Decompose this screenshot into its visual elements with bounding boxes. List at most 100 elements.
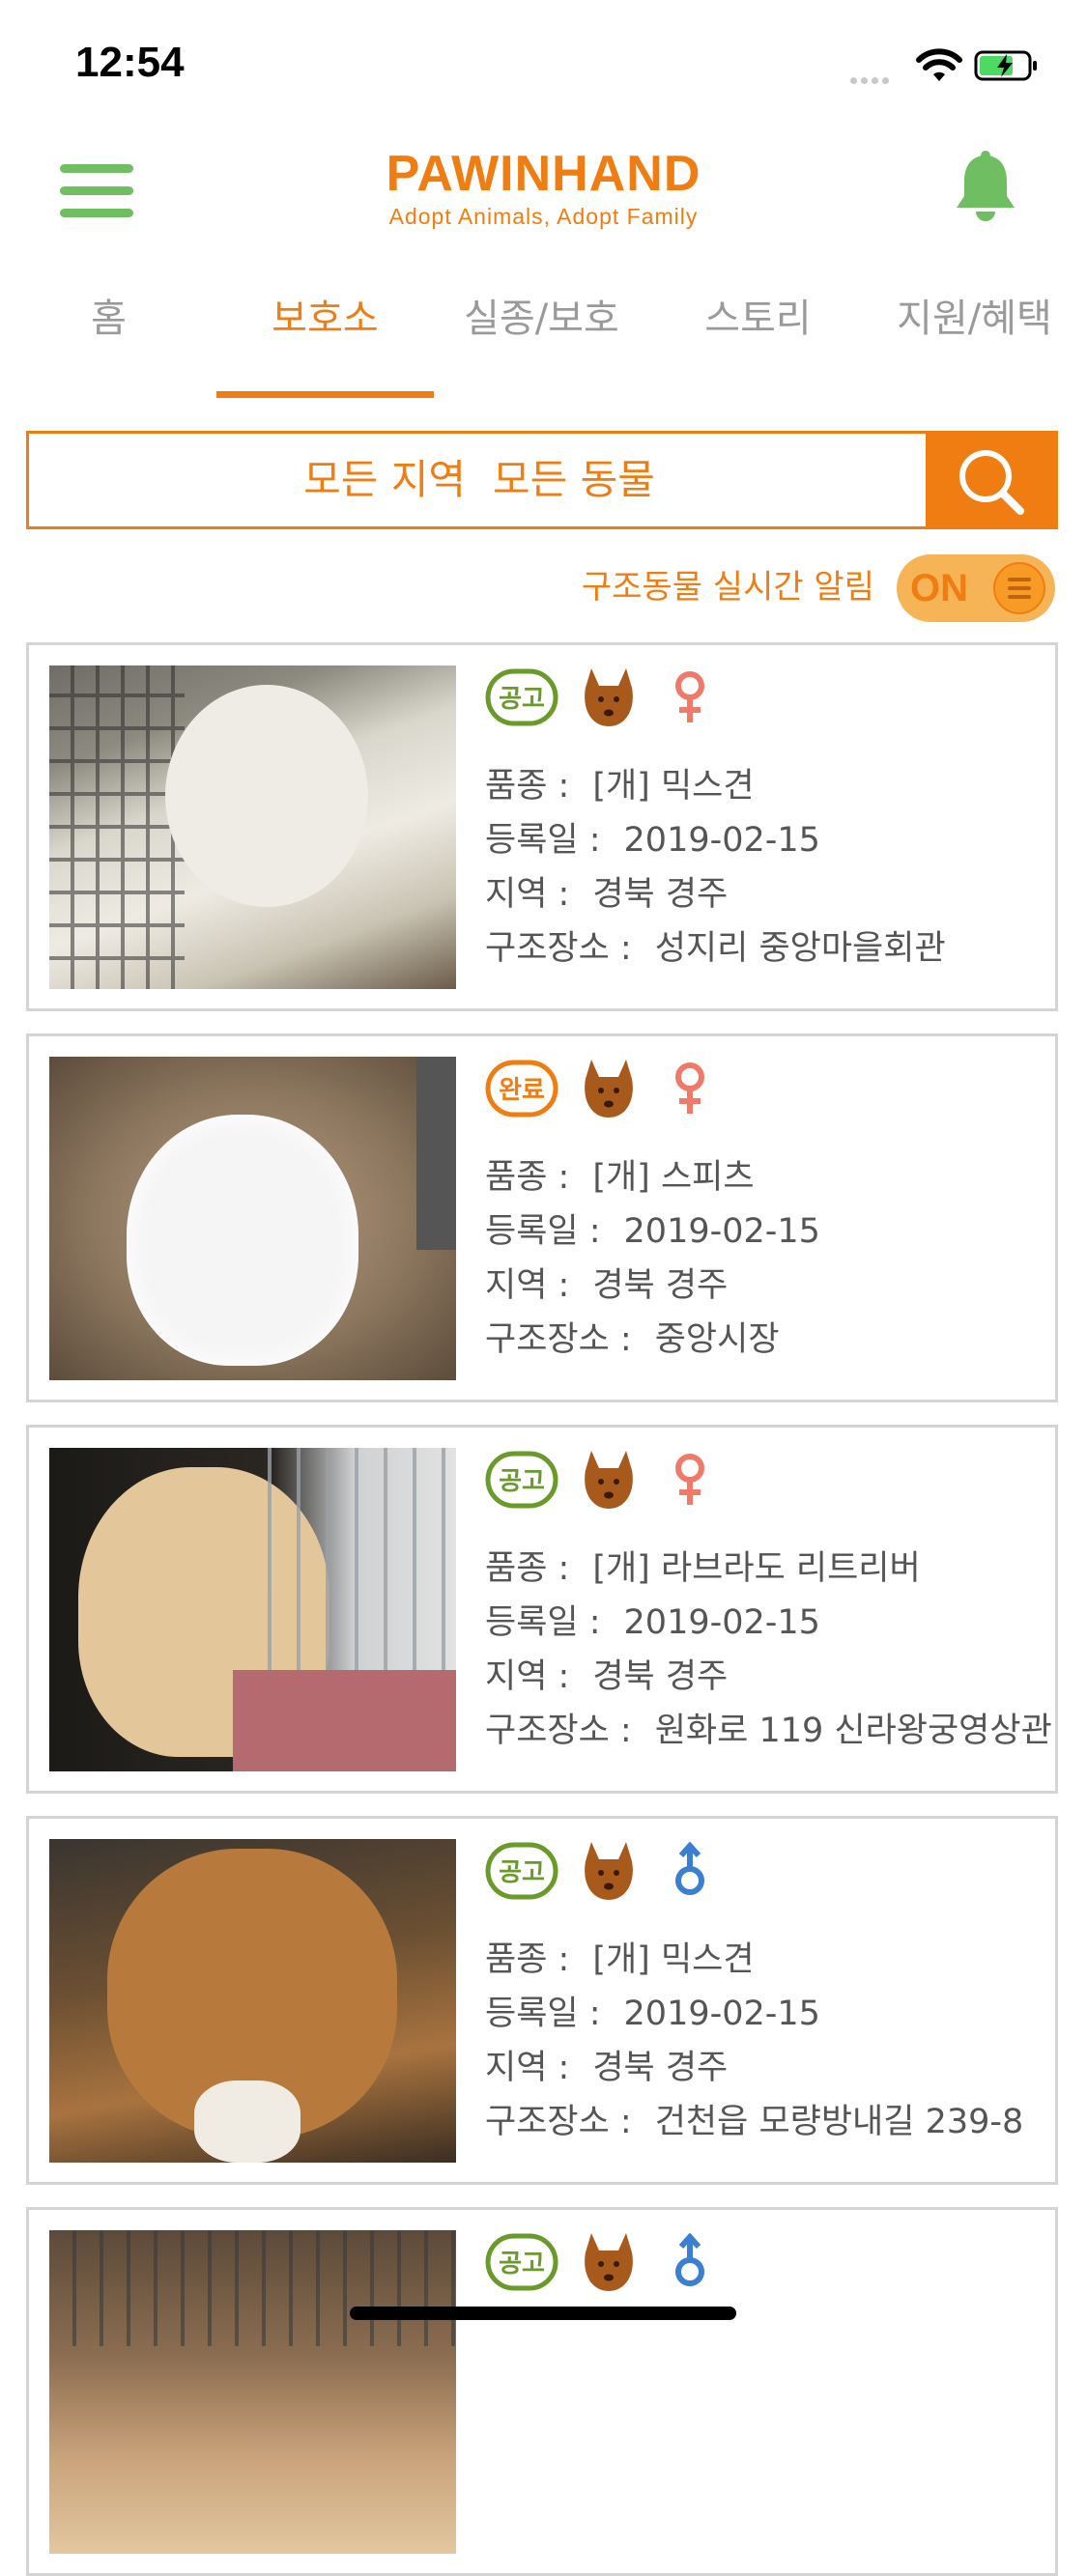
status-badge-label: 공고 bbox=[499, 685, 545, 714]
search-filter[interactable]: 모든 지역 모든 동물 bbox=[29, 434, 930, 526]
region-row: 지역 : 경북 경주 bbox=[485, 1650, 1052, 1704]
realtime-alert-toggle[interactable]: ON bbox=[897, 554, 1055, 622]
date-row: 등록일 : 2019-02-15 bbox=[485, 1596, 1052, 1650]
region-value: 경북 경주 bbox=[592, 1266, 729, 1305]
female-icon bbox=[675, 1454, 704, 1505]
place-value: 성지리 중앙마을회관 bbox=[654, 929, 946, 968]
date-row: 등록일 : 2019-02-15 bbox=[485, 813, 946, 867]
region-label: 지역 : bbox=[485, 1266, 570, 1305]
animal-filter[interactable]: 모든 동물 bbox=[493, 456, 655, 503]
status-badge: 공고 bbox=[485, 668, 558, 726]
search-button[interactable] bbox=[926, 434, 1055, 526]
search-icon bbox=[959, 450, 1024, 515]
date-label: 등록일 : bbox=[485, 1603, 601, 1642]
male-icon bbox=[675, 2233, 704, 2286]
region-label: 지역 : bbox=[485, 1657, 570, 1696]
status-badge: 공고 bbox=[485, 1451, 558, 1509]
date-value: 2019-02-15 bbox=[623, 821, 820, 860]
animal-photo bbox=[49, 1839, 456, 2163]
dog-icon bbox=[585, 2233, 633, 2291]
listing-info: 품종 : [개] 믹스견 등록일 : 2019-02-15 지역 : 경북 경주 구조… bbox=[485, 759, 946, 976]
status-badge: 완료 bbox=[485, 1060, 558, 1118]
breed-value: [개] 믹스견 bbox=[592, 767, 755, 806]
status-time: 12:54 bbox=[75, 39, 185, 86]
date-row: 등록일 : 2019-02-15 bbox=[485, 1204, 820, 1259]
brand-tagline: Adopt Animals, Adopt Family bbox=[388, 204, 699, 229]
dog-icon bbox=[585, 1451, 633, 1509]
place-value: 중앙시장 bbox=[654, 1320, 780, 1359]
animal-photo bbox=[49, 1448, 456, 1771]
dog-icon bbox=[585, 1842, 633, 1900]
region-filter[interactable]: 모든 지역 bbox=[303, 456, 466, 503]
status-badge: 공고 bbox=[485, 2233, 558, 2291]
date-label: 등록일 : bbox=[485, 821, 601, 860]
breed-label: 품종 : bbox=[485, 1940, 570, 1979]
breed-label: 품종 : bbox=[485, 1158, 570, 1197]
breed-value: [개] 라브라도 리트리버 bbox=[592, 1549, 921, 1588]
status-badge-label: 공고 bbox=[499, 1467, 545, 1496]
breed-label: 품종 : bbox=[485, 767, 570, 806]
animal-photo bbox=[49, 2230, 456, 2554]
region-value: 경북 경주 bbox=[592, 2049, 729, 2087]
tab-story[interactable]: 스토리 bbox=[649, 295, 867, 343]
toggle-state: ON bbox=[910, 567, 968, 609]
tab-bar: 홈 보호소 실종/보호 스토리 지원/혜택 bbox=[0, 285, 1087, 401]
date-row: 등록일 : 2019-02-15 bbox=[485, 1987, 1023, 2041]
date-label: 등록일 : bbox=[485, 1212, 601, 1251]
brand-name: PAWINHAND bbox=[386, 146, 701, 202]
status-badge-label: 공고 bbox=[499, 2250, 545, 2279]
region-value: 경북 경주 bbox=[592, 1657, 729, 1696]
listing-card[interactable]: 공고 bbox=[26, 2207, 1058, 2576]
dog-icon bbox=[585, 1060, 633, 1118]
region-label: 지역 : bbox=[485, 875, 570, 914]
bell-icon[interactable] bbox=[952, 150, 1019, 227]
battery-charging-icon bbox=[974, 50, 1037, 81]
breed-value: [개] 믹스견 bbox=[592, 1940, 755, 1979]
listing-card[interactable]: 공고 품종 : [개] 믹스견 등록일 : 2019-02-15 지역 : 경북 경주… bbox=[26, 1816, 1058, 2185]
date-value: 2019-02-15 bbox=[623, 1995, 820, 2033]
cellular-signal-icon bbox=[850, 70, 893, 88]
place-label: 구조장소 : bbox=[485, 2103, 632, 2141]
place-value: 건천읍 모량방내길 239-8 bbox=[654, 2103, 1024, 2141]
tab-shelter[interactable]: 보호소 bbox=[216, 295, 434, 343]
region-value: 경북 경주 bbox=[592, 875, 729, 914]
toggle-knob bbox=[993, 562, 1045, 614]
listing-card[interactable]: 완료 품종 : [개] 스피츠 등록일 : 2019-02-15 지역 : 경북 경주… bbox=[26, 1033, 1058, 1402]
date-value: 2019-02-15 bbox=[623, 1603, 820, 1642]
listing-info: 품종 : [개] 라브라도 리트리버 등록일 : 2019-02-15 지역 : 경북… bbox=[485, 1542, 1052, 1758]
active-tab-indicator bbox=[216, 391, 434, 398]
menu-icon[interactable] bbox=[60, 164, 133, 218]
region-label: 지역 : bbox=[485, 2049, 570, 2087]
date-label: 등록일 : bbox=[485, 1995, 601, 2033]
breed-row: 품종 : [개] 라브라도 리트리버 bbox=[485, 1542, 1052, 1596]
breed-row: 품종 : [개] 믹스견 bbox=[485, 1933, 1023, 1987]
listing-info: 품종 : [개] 믹스견 등록일 : 2019-02-15 지역 : 경북 경주 구조… bbox=[485, 1933, 1023, 2149]
breed-row: 품종 : [개] 믹스견 bbox=[485, 759, 946, 813]
search-bar: 모든 지역 모든 동물 bbox=[26, 431, 1058, 529]
tab-support[interactable]: 지원/혜택 bbox=[866, 295, 1083, 343]
tab-lost-found[interactable]: 실종/보호 bbox=[433, 295, 650, 343]
date-value: 2019-02-15 bbox=[623, 1212, 820, 1251]
region-row: 지역 : 경북 경주 bbox=[485, 2041, 1023, 2095]
place-row: 구조장소 : 건천읍 모량방내길 239-8 bbox=[485, 2095, 1023, 2149]
status-badge-label: 완료 bbox=[499, 1076, 545, 1105]
app-logo: PAWINHAND Adopt Animals, Adopt Family bbox=[319, 145, 768, 230]
place-value: 원화로 119 신라왕궁영상관 bbox=[654, 1712, 1052, 1750]
region-row: 지역 : 경북 경주 bbox=[485, 1259, 820, 1313]
female-icon bbox=[675, 1062, 704, 1114]
realtime-alert-label: 구조동물 실시간 알림 bbox=[581, 568, 874, 607]
region-row: 지역 : 경북 경주 bbox=[485, 867, 946, 921]
place-row: 구조장소 : 성지리 중앙마을회관 bbox=[485, 921, 946, 976]
home-indicator bbox=[350, 2307, 736, 2320]
listing-card[interactable]: 공고 품종 : [개] 라브라도 리트리버 등록일 : 2019-02-15 지역 … bbox=[26, 1425, 1058, 1794]
status-badge-label: 공고 bbox=[499, 1858, 545, 1887]
listing-info: 품종 : [개] 스피츠 등록일 : 2019-02-15 지역 : 경북 경주 구조… bbox=[485, 1150, 820, 1367]
tab-home[interactable]: 홈 bbox=[0, 295, 217, 343]
listing-card[interactable]: 공고 품종 : [개] 믹스견 등록일 : 2019-02-15 지역 : 경북 경주… bbox=[26, 642, 1058, 1011]
animal-photo bbox=[49, 665, 456, 989]
place-label: 구조장소 : bbox=[485, 929, 632, 968]
animal-photo bbox=[49, 1057, 456, 1380]
breed-label: 품종 : bbox=[485, 1549, 570, 1588]
place-row: 구조장소 : 원화로 119 신라왕궁영상관 bbox=[485, 1704, 1052, 1758]
place-row: 구조장소 : 중앙시장 bbox=[485, 1313, 820, 1367]
